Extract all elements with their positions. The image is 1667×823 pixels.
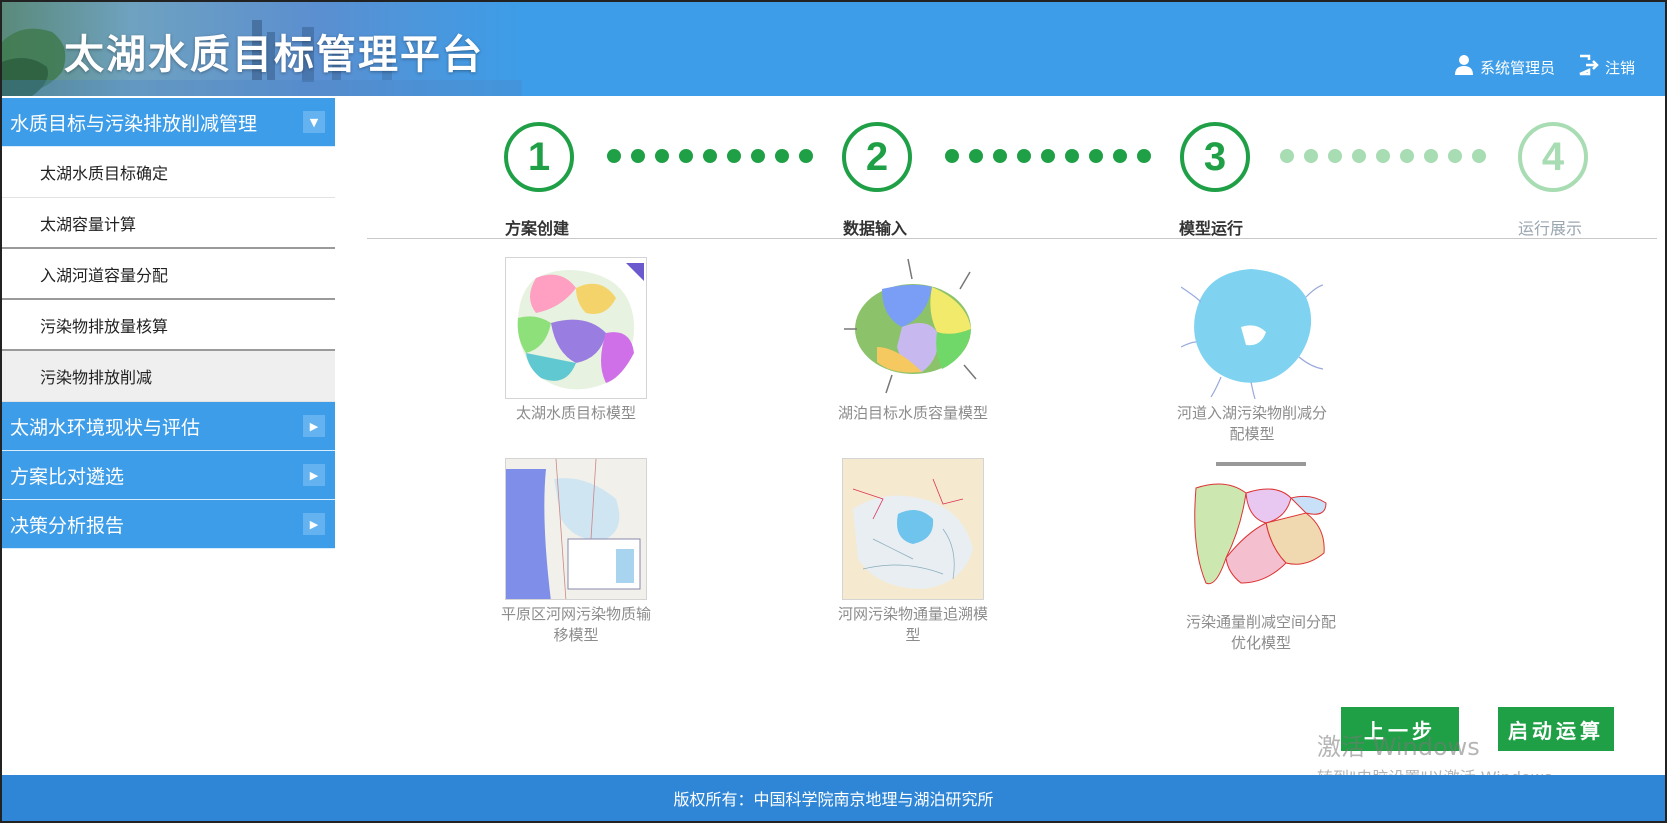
user-name: 系统管理员 xyxy=(1479,58,1555,77)
step-4-label: 运行展示 xyxy=(1518,219,1583,238)
logout-button[interactable]: 注销 xyxy=(1577,54,1635,80)
step-3-circle: 3 xyxy=(1180,122,1250,192)
model-thumbnail-taihu-zones xyxy=(505,257,647,399)
steps-divider xyxy=(367,238,1657,239)
model-thumbnail-spatial-zones xyxy=(1186,458,1336,608)
menu-group-scheme-comparison[interactable]: 方案比对遴选 ▶ xyxy=(2,451,335,500)
model-thumbnail-flux-map xyxy=(842,458,984,600)
caret-right-icon: ▶ xyxy=(303,415,325,437)
model-thumbnail-plain-map xyxy=(505,458,647,600)
footer: 版权所有：中国科学院南京地理与湖泊研究所 xyxy=(2,775,1665,821)
caret-down-icon: ▼ xyxy=(303,111,325,133)
step-progress: 1 2 3 4 方案创建 数据输入 模型运行 运行展示 xyxy=(362,102,1657,242)
prev-step-button[interactable]: 上一步 xyxy=(1341,707,1459,751)
step-3-label: 模型运行 xyxy=(1179,219,1244,238)
step-connector-1 xyxy=(607,149,813,163)
step-1-label: 方案创建 xyxy=(505,219,570,238)
model-card-lake-capacity[interactable]: 湖泊目标水质容量模型 xyxy=(838,257,988,424)
model-caption: 河道入湖污染物削减分配模型 xyxy=(1177,404,1328,443)
user-icon xyxy=(1454,54,1474,80)
caret-right-icon: ▶ xyxy=(303,513,325,535)
app-header: 太湖水质目标管理平台 系统管理员 注销 xyxy=(2,2,1665,96)
app-title: 太湖水质目标管理平台 xyxy=(64,31,484,78)
start-computation-button[interactable]: 启动运算 xyxy=(1498,707,1614,751)
user-menu[interactable]: 系统管理员 xyxy=(1454,54,1555,80)
menu-group-label: 水质目标与污染排放削减管理 xyxy=(10,112,258,135)
model-caption: 河网污染物通量追溯模型 xyxy=(838,605,989,644)
model-caption: 平原区河网污染物质输移模型 xyxy=(501,605,652,644)
step-4-circle: 4 xyxy=(1518,122,1588,192)
model-card-river-allocation[interactable]: 河道入湖污染物削减分配模型 xyxy=(1177,257,1327,445)
step-1-circle: 1 xyxy=(504,122,574,192)
copyright-text: 版权所有：中国科学院南京地理与湖泊研究所 xyxy=(673,790,994,809)
menu-group-label: 方案比对遴选 xyxy=(10,465,125,488)
menu-group-water-quality[interactable]: 水质目标与污染排放削减管理 ▼ xyxy=(2,98,335,147)
logout-label: 注销 xyxy=(1604,58,1635,77)
model-card-plain-river-transport[interactable]: 平原区河网污染物质输移模型 xyxy=(501,458,651,646)
model-caption: 污染通量削减空间分配优化模型 xyxy=(1185,613,1336,652)
sidebar-item-emission-accounting[interactable]: 污染物排放量核算 xyxy=(2,300,335,351)
sidebar-item-target-determination[interactable]: 太湖水质目标确定 xyxy=(2,147,335,198)
sidebar: 水质目标与污染排放削减管理 ▼ 太湖水质目标确定 太湖容量计算 入湖河道容量分配… xyxy=(2,98,335,549)
step-connector-3 xyxy=(1280,149,1486,163)
menu-group-environment-status[interactable]: 太湖水环境现状与评估 ▶ xyxy=(2,402,335,451)
step-2-label: 数据输入 xyxy=(843,219,908,238)
menu-group-label: 太湖水环境现状与评估 xyxy=(10,416,201,439)
model-thumbnail-river-network xyxy=(1181,257,1323,399)
menu-group-label: 决策分析报告 xyxy=(10,514,125,537)
model-caption: 太湖水质目标模型 xyxy=(515,404,636,422)
model-caption: 湖泊目标水质容量模型 xyxy=(838,404,989,422)
caret-right-icon: ▶ xyxy=(303,464,325,486)
logout-icon xyxy=(1577,54,1599,80)
sidebar-item-emission-reduction[interactable]: 污染物排放削减 xyxy=(2,351,335,402)
menu-group-decision-report[interactable]: 决策分析报告 ▶ xyxy=(2,500,335,549)
model-card-river-flux-tracing[interactable]: 河网污染物通量追溯模型 xyxy=(838,458,988,646)
sidebar-item-river-allocation[interactable]: 入湖河道容量分配 xyxy=(2,249,335,300)
model-card-target[interactable]: 太湖水质目标模型 xyxy=(501,257,651,424)
step-2-circle: 2 xyxy=(842,122,912,192)
user-area: 系统管理员 注销 xyxy=(1454,54,1635,80)
step-connector-2 xyxy=(945,149,1151,163)
sidebar-item-capacity-calc[interactable]: 太湖容量计算 xyxy=(2,198,335,249)
model-thumbnail-lake-capacity xyxy=(842,257,984,399)
model-card-spatial-optimization[interactable]: 污染通量削减空间分配优化模型 xyxy=(1182,458,1340,654)
